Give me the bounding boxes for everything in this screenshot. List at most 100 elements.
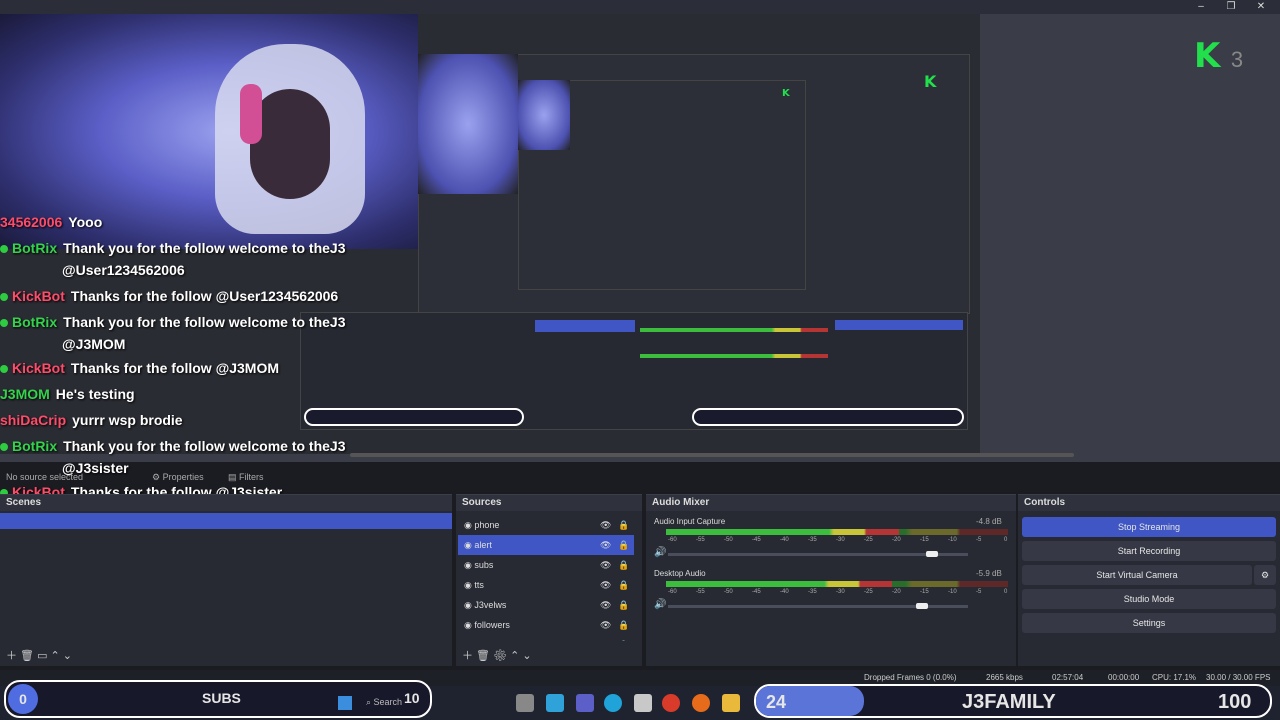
meter-scale-label: -10 [948,589,957,595]
chat-username: KickBot [12,288,65,304]
stop-streaming-button[interactable]: Stop Streaming [1022,517,1276,537]
visibility-icon[interactable]: 👁 [600,575,611,595]
app-icon-1[interactable] [546,694,564,712]
meter-scale-label: -20 [892,589,901,595]
meter-scale-label: -30 [836,589,845,595]
lock-icon[interactable]: 🔒 [618,535,629,555]
settings-button[interactable]: Settings [1022,613,1276,633]
source-type-icon: ◉ [464,580,475,590]
meter-scale-label: -55 [696,537,705,543]
start-recording-button[interactable]: Start Recording [1022,541,1276,561]
source-type-icon: ◉ [464,520,475,530]
source-item[interactable]: ◉ followers 👁 🔒 [458,615,634,635]
filters-button[interactable]: ▤ Filters [228,472,264,483]
mixer-channel-name: Desktop Audio [654,569,706,578]
chat-text: Thank you for the follow welcome to theJ… [63,240,346,256]
maximize-button[interactable]: ❐ [1216,0,1246,14]
chat-username: BotRix [12,438,58,454]
visibility-icon[interactable]: 👁 [600,535,611,555]
scene-selected[interactable] [0,513,452,529]
source-item[interactable]: ◉ subs 👁 🔒 [458,555,634,575]
subs-current: 0 [8,684,38,714]
volume-knob[interactable] [916,603,928,609]
lock-icon[interactable]: 🔒 [618,515,629,535]
family-goal-bar: 24 J3FAMILY 100 [754,684,1272,718]
properties-button[interactable]: ⚙ Properties [152,472,204,483]
badge-icon [0,319,8,327]
source-item[interactable]: ◉ J3velws 👁 🔒 [458,595,634,615]
lock-icon[interactable]: 🔒 [618,555,629,575]
source-type-icon: ◉ [464,560,475,570]
close-button[interactable]: ✕ [1246,0,1276,14]
source-label: followers [474,620,510,630]
source-item[interactable]: ◉ phone 👁 🔒 [458,515,634,535]
visibility-icon[interactable]: 👁 [600,555,611,575]
lock-icon[interactable]: 🔒 [618,595,629,615]
badge-icon [0,293,8,301]
taskview-icon[interactable] [516,694,534,712]
lock-icon[interactable]: 🔒 [618,575,629,595]
nested-meter-2 [640,354,828,358]
chat-message: KickBot Thanks for the follow @J3MOM [0,360,279,384]
meter-scale-label: -5 [976,537,982,543]
face [250,89,330,199]
firefox-icon[interactable] [692,694,710,712]
volume-slider[interactable] [668,553,968,556]
chat-text: Thank you for the follow welcome to theJ… [63,314,346,330]
meter-scale-label: -15 [920,589,929,595]
lock-icon[interactable]: 🔒 [618,635,629,641]
chat-text: Thanks for the follow @User1234562006 [70,288,339,304]
source-label: tts [474,580,484,590]
taskbar-search-label: Search [373,697,403,707]
meter-scale-label: -60 [668,537,677,543]
title-bar: – ❐ ✕ [0,0,1280,14]
controls-title: Controls [1018,495,1280,511]
source-label: chat overlay [474,640,523,641]
nested-webcam-2 [518,80,570,150]
meter-scale-label: -55 [696,589,705,595]
source-type-icon: ◉ [464,540,475,550]
meter-scale-label: -60 [668,589,677,595]
meter-scale-label: -50 [724,537,733,543]
meter-scale-label: -35 [808,589,817,595]
chat-text: Thanks for the follow @J3MOM [70,360,280,376]
source-type-icon: ◉ [464,640,474,641]
source-item[interactable]: ◉ chat overlay 👁 🔒 [458,635,634,641]
virtual-camera-gear-icon[interactable]: ⚙ [1254,565,1276,585]
windows-start-icon[interactable] [338,696,352,710]
visibility-icon[interactable]: 👁 [600,615,611,635]
nested-source-selected [535,320,635,332]
filters-label: Filters [239,472,264,482]
scenes-title: Scenes [0,495,452,511]
visibility-icon[interactable]: 👁 [600,595,611,615]
badge-icon [0,245,8,253]
source-label: phone [474,520,500,530]
source-item[interactable]: ◉ tts 👁 🔒 [458,575,634,595]
chrome-icon[interactable] [662,694,680,712]
taskbar-search[interactable]: ⌕ Search [366,697,402,708]
speaker-icon[interactable]: 🔊 [654,547,666,558]
sources-title: Sources [456,495,642,511]
start-virtual-camera-button[interactable]: Start Virtual Camera [1022,565,1252,585]
lock-icon[interactable]: 🔒 [618,615,629,635]
source-item[interactable]: ◉ alert 👁 🔒 [458,535,634,555]
folder-icon[interactable] [722,694,740,712]
store-icon[interactable] [634,694,652,712]
speaker-icon[interactable]: 🔊 [654,599,666,610]
meter-scale-label: -45 [752,589,761,595]
minimize-button[interactable]: – [1186,0,1216,14]
visibility-icon[interactable]: 👁 [600,515,611,535]
visibility-icon[interactable]: 👁 [600,635,611,641]
volume-knob[interactable] [926,551,938,557]
studio-mode-button[interactable]: Studio Mode [1022,589,1276,609]
chat-message: BotRix Thank you for the follow welcome … [0,240,346,264]
mixer-channel-db: -5.9 dB [976,569,1002,578]
meter-scale-label: -15 [920,537,929,543]
meter-scale-label: -50 [724,589,733,595]
edge-icon[interactable] [604,694,622,712]
source-label: alert [474,540,492,550]
badge-icon [0,365,8,373]
sources-toolbar: ＋ 🗑 ⚙ ⌃ ⌄ [462,650,532,662]
teams-icon[interactable] [576,694,594,712]
meter-scale-label: -25 [864,537,873,543]
